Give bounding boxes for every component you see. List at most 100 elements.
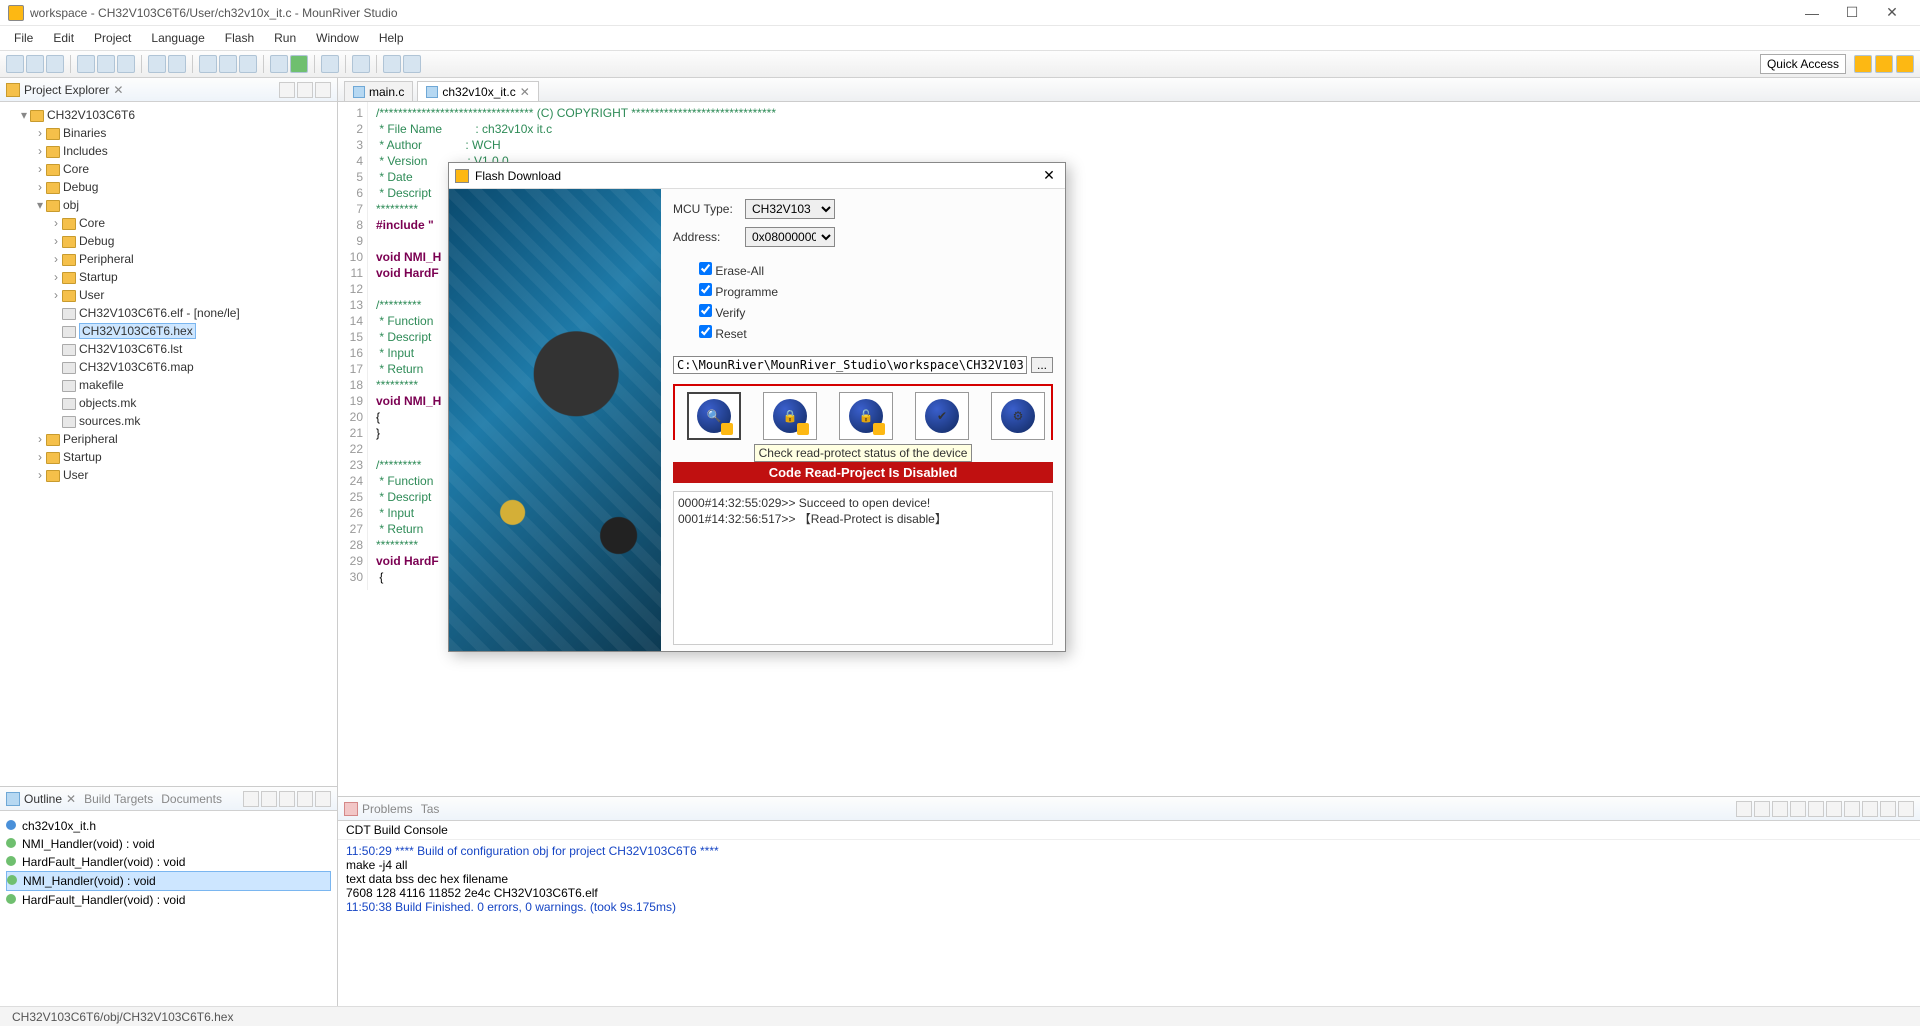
tree-file[interactable]: objects.mk — [79, 396, 136, 410]
tree-folder[interactable]: Binaries — [63, 126, 106, 140]
outline-item[interactable]: ch32v10x_it.h — [6, 817, 331, 835]
build-all-icon[interactable] — [117, 55, 135, 73]
tree-folder[interactable]: Debug — [79, 234, 114, 248]
run-icon[interactable] — [290, 55, 308, 73]
close-icon[interactable]: ✕ — [113, 83, 123, 97]
menu-edit[interactable]: Edit — [45, 29, 82, 47]
documents-tab[interactable]: Documents — [161, 792, 222, 806]
console-btn-3[interactable] — [1772, 801, 1788, 817]
outline-btn-3[interactable] — [279, 791, 295, 807]
menu-window[interactable]: Window — [308, 29, 367, 47]
checkbox-input[interactable] — [699, 304, 712, 317]
execute-button[interactable]: ⚙ — [991, 392, 1045, 440]
browse-button[interactable]: ... — [1031, 357, 1053, 373]
tree-file[interactable]: CH32V103C6T6.hex — [79, 323, 196, 339]
dialog-title-bar[interactable]: Flash Download ✕ — [449, 163, 1065, 189]
tree-file[interactable]: sources.mk — [79, 414, 140, 428]
nav-fwd-icon[interactable] — [403, 55, 421, 73]
save-all-icon[interactable] — [46, 55, 64, 73]
console-btn-5[interactable] — [1808, 801, 1824, 817]
outline-item[interactable]: HardFault_Handler(void) : void — [6, 853, 331, 871]
debug-icon[interactable] — [270, 55, 288, 73]
link-editor-icon[interactable] — [297, 82, 313, 98]
menu-file[interactable]: File — [6, 29, 41, 47]
save-icon[interactable] — [26, 55, 44, 73]
maximize-button[interactable]: ☐ — [1832, 4, 1872, 21]
new-icon[interactable] — [6, 55, 24, 73]
outline-item[interactable]: NMI_Handler(void) : void — [6, 835, 331, 853]
problems-tab[interactable]: Problems — [362, 802, 413, 816]
outline-item[interactable]: HardFault_Handler(void) : void — [6, 891, 331, 909]
checkbox-input[interactable] — [699, 325, 712, 338]
menu-language[interactable]: Language — [143, 29, 212, 47]
tree-folder[interactable]: Peripheral — [79, 252, 134, 266]
close-icon[interactable]: ✕ — [66, 792, 76, 806]
outline-btn-5[interactable] — [315, 791, 331, 807]
build-targets-tab[interactable]: Build Targets — [84, 792, 153, 806]
reset-icon[interactable] — [219, 55, 237, 73]
editor-tab[interactable]: ch32v10x_it.c ✕ — [417, 81, 538, 101]
tree-folder[interactable]: User — [79, 288, 104, 302]
outline-item[interactable]: NMI_Handler(void) : void — [6, 871, 331, 891]
tree-folder[interactable]: Peripheral — [63, 432, 118, 446]
tree-folder-obj[interactable]: obj — [63, 198, 79, 212]
tasks-tab[interactable]: Tas — [421, 802, 440, 816]
checkbox-reset[interactable]: Reset — [699, 325, 1053, 341]
close-button[interactable]: ✕ — [1872, 4, 1912, 21]
checkbox-input[interactable] — [699, 262, 712, 275]
console-btn-2[interactable] — [1754, 801, 1770, 817]
outline-list[interactable]: ch32v10x_it.hNMI_Handler(void) : voidHar… — [0, 811, 337, 1006]
quick-access[interactable]: Quick Access — [1760, 54, 1846, 74]
hammer-icon[interactable] — [97, 55, 115, 73]
dialog-close-button[interactable]: ✕ — [1039, 167, 1059, 184]
perspective-debug-icon[interactable] — [1896, 55, 1914, 73]
dialog-log[interactable]: 0000#14:32:55:029>> Succeed to open devi… — [673, 491, 1053, 645]
console-btn-1[interactable] — [1736, 801, 1752, 817]
console-btn-10[interactable] — [1898, 801, 1914, 817]
address-select[interactable]: 0x08000000 — [745, 227, 835, 247]
perspective-cdt-icon[interactable] — [1875, 55, 1893, 73]
tree-folder[interactable]: Core — [63, 162, 89, 176]
console-btn-9[interactable] — [1880, 801, 1896, 817]
menu-help[interactable]: Help — [371, 29, 412, 47]
tree-root[interactable]: CH32V103C6T6 — [47, 108, 135, 122]
disable-read-protect-button[interactable]: 🔓 — [839, 392, 893, 440]
search-icon[interactable] — [352, 55, 370, 73]
checkbox-input[interactable] — [699, 283, 712, 296]
tree-folder[interactable]: Includes — [63, 144, 108, 158]
redo-icon[interactable] — [168, 55, 186, 73]
view-menu-icon[interactable] — [315, 82, 331, 98]
project-tree[interactable]: ▾CH32V103C6T6 ›Binaries›Includes›Core›De… — [0, 102, 337, 786]
console-btn-8[interactable] — [1862, 801, 1878, 817]
outline-tab[interactable]: Outline — [24, 792, 62, 806]
build-icon[interactable] — [77, 55, 95, 73]
tree-folder[interactable]: User — [63, 468, 88, 482]
editor-tab[interactable]: main.c — [344, 81, 413, 101]
checkbox-erase-all[interactable]: Erase-All — [699, 262, 1053, 278]
tree-folder[interactable]: Startup — [63, 450, 102, 464]
check-read-protect-button[interactable]: 🔍 — [687, 392, 741, 440]
console-output[interactable]: 11:50:29 **** Build of configuration obj… — [338, 840, 1920, 1006]
tree-file[interactable]: CH32V103C6T6.lst — [79, 342, 182, 356]
verify-button[interactable]: ✔ — [915, 392, 969, 440]
console-btn-7[interactable] — [1844, 801, 1860, 817]
console-btn-6[interactable] — [1826, 801, 1842, 817]
outline-btn-1[interactable] — [243, 791, 259, 807]
checkbox-verify[interactable]: Verify — [699, 304, 1053, 320]
console-btn-4[interactable] — [1790, 801, 1806, 817]
undo-icon[interactable] — [148, 55, 166, 73]
erase-icon[interactable] — [239, 55, 257, 73]
path-input[interactable] — [673, 356, 1027, 374]
download-icon[interactable] — [199, 55, 217, 73]
checkbox-programme[interactable]: Programme — [699, 283, 1053, 299]
tree-folder[interactable]: Debug — [63, 180, 98, 194]
outline-btn-2[interactable] — [261, 791, 277, 807]
wand-icon[interactable] — [321, 55, 339, 73]
mcu-type-select[interactable]: CH32V103 — [745, 199, 835, 219]
tree-file[interactable]: CH32V103C6T6.elf - [none/le] — [79, 306, 240, 320]
outline-btn-4[interactable] — [297, 791, 313, 807]
close-icon[interactable]: ✕ — [520, 85, 530, 99]
minimize-button[interactable]: — — [1792, 5, 1832, 21]
menu-run[interactable]: Run — [266, 29, 304, 47]
menu-flash[interactable]: Flash — [217, 29, 262, 47]
